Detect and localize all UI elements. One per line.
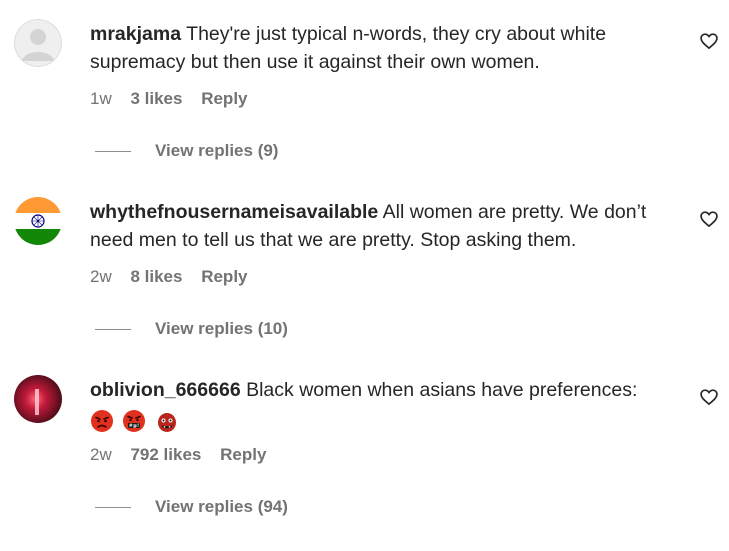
likes-count[interactable]: 8 likes [130,267,182,286]
comment-meta: 2w 8 likes Reply [90,267,262,287]
view-replies-button[interactable]: View replies (94) [95,497,288,517]
comment-meta: 2w 792 likes Reply [90,445,280,465]
username[interactable]: whythefnousernameisavailable [90,201,378,223]
default-avatar-icon [14,19,62,67]
avatar[interactable] [14,19,62,67]
timestamp: 2w [90,445,112,464]
comment-body: Black women when asians have preferences… [246,379,638,401]
heart-outline-icon[interactable] [699,31,719,51]
divider-line [95,328,131,330]
timestamp: 2w [90,267,112,286]
view-replies-label: View replies (94) [155,497,288,516]
view-replies-label: View replies (9) [155,141,279,160]
india-flag-avatar [14,197,62,245]
ogre-emoji [157,412,176,432]
comment-text: mrakjama They're just typical n-words, t… [90,20,690,76]
reply-button[interactable]: Reply [220,445,266,464]
heart-outline-icon[interactable] [699,387,719,407]
heart-outline-icon[interactable] [699,209,719,229]
avatar[interactable] [14,197,62,245]
username[interactable]: oblivion_666666 [90,379,241,401]
emoji-row: #@! [90,406,690,434]
divider-line [95,150,131,152]
view-replies-button[interactable]: View replies (9) [95,141,278,161]
svg-text:#@!: #@! [129,423,139,429]
avatar[interactable] [14,375,62,423]
timestamp: 1w [90,89,112,108]
reply-button[interactable]: Reply [201,89,247,108]
red-light-avatar [14,375,62,423]
comment-text: whythefnousernameisavailable All women a… [90,198,690,254]
comment-text: oblivion_666666 Black women when asians … [90,376,690,434]
view-replies-label: View replies (10) [155,319,288,338]
likes-count[interactable]: 3 likes [130,89,182,108]
cursing-face-emoji: #@! [123,409,146,432]
view-replies-button[interactable]: View replies (10) [95,319,288,339]
angry-face-emoji [91,409,113,432]
username[interactable]: mrakjama [90,23,181,45]
divider-line [95,506,131,508]
reply-button[interactable]: Reply [201,267,247,286]
likes-count[interactable]: 792 likes [130,445,201,464]
comment-meta: 1w 3 likes Reply [90,89,262,109]
